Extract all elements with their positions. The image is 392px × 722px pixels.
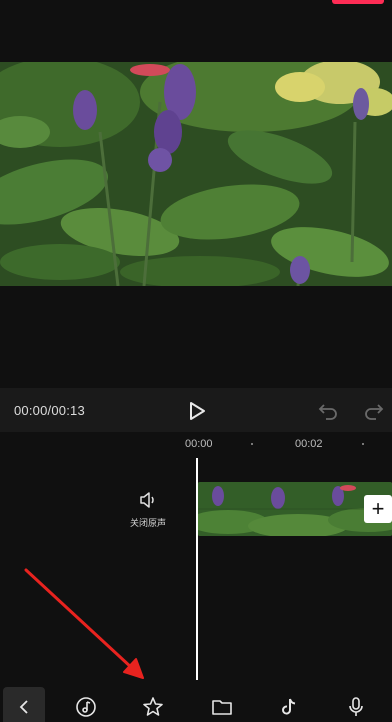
video-preview[interactable] — [0, 62, 392, 286]
ruler-tick — [251, 443, 253, 445]
album-button[interactable] — [209, 694, 235, 720]
music-button[interactable] — [73, 694, 99, 720]
tiktok-button[interactable] — [276, 694, 302, 720]
timecode: 00:00/00:13 — [14, 403, 85, 418]
redo-icon — [365, 404, 384, 420]
redo-button[interactable] — [362, 400, 384, 422]
add-clip-button[interactable]: + — [364, 495, 392, 523]
play-button[interactable] — [185, 399, 209, 423]
effects-button[interactable] — [140, 694, 166, 720]
undo-icon — [318, 404, 337, 420]
ruler-tick — [362, 443, 364, 445]
ruler-label-start: 00:00 — [185, 438, 213, 450]
voiceover-button[interactable] — [343, 694, 369, 720]
play-icon — [190, 402, 205, 420]
playback-controls: 00:00/00:13 — [0, 388, 392, 432]
ruler-label-2s: 00:02 — [295, 438, 323, 450]
mute-original-button[interactable]: 关闭原声 — [122, 490, 174, 534]
top-bar — [0, 0, 392, 62]
bottom-toolbar — [0, 682, 392, 722]
chevron-left-icon — [19, 700, 28, 714]
microphone-icon — [349, 697, 363, 716]
folder-icon — [212, 700, 232, 715]
clip-thumbnail — [198, 482, 392, 536]
music-icon — [76, 697, 96, 717]
tiktok-icon — [282, 698, 296, 715]
mute-label: 关闭原声 — [129, 518, 166, 528]
preview-spacer — [0, 286, 392, 388]
star-effects-icon — [143, 697, 163, 716]
export-button[interactable] — [332, 0, 384, 4]
speaker-icon — [140, 492, 154, 508]
playhead[interactable] — [196, 458, 198, 680]
undo-button[interactable] — [318, 400, 340, 422]
back-button[interactable] — [3, 687, 45, 722]
flower-image — [0, 62, 392, 286]
video-clip[interactable] — [198, 482, 392, 536]
